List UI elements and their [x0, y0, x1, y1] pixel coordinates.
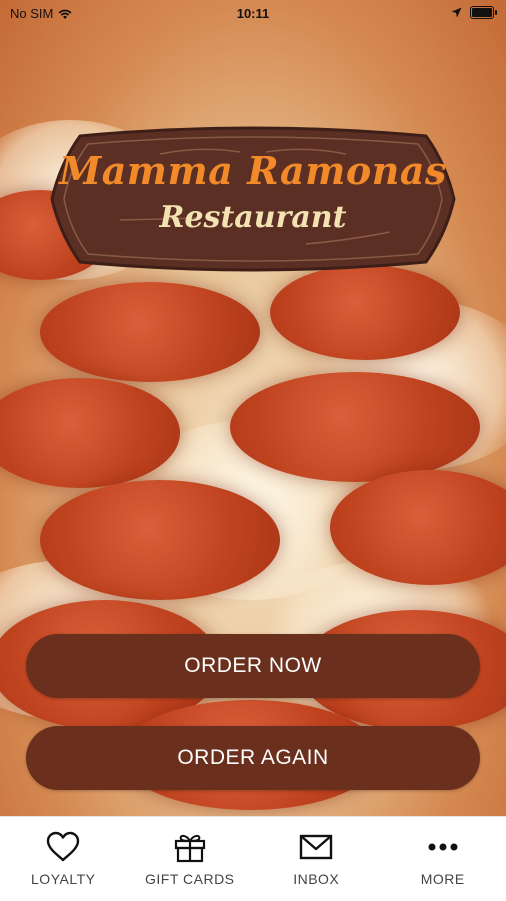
status-time: 10:11 [0, 6, 506, 21]
restaurant-logo: Mamma Ramonas Restaurant [50, 124, 456, 274]
more-dots-icon [425, 831, 461, 863]
tab-more-label: MORE [421, 871, 465, 887]
tab-loyalty[interactable]: LOYALTY [0, 817, 127, 901]
gift-icon [173, 831, 207, 863]
battery-icon [470, 6, 494, 19]
location-arrow-icon [451, 7, 462, 18]
tab-more[interactable]: MORE [380, 817, 506, 901]
logo-title: Mamma Ramonas [50, 148, 456, 193]
tab-gift-cards[interactable]: GIFT CARDS [127, 817, 254, 901]
bottom-tab-bar: LOYALTY GIFT CARDS INBOX MORE [0, 816, 506, 901]
tab-inbox-label: INBOX [293, 871, 339, 887]
logo-subtitle: Restaurant [50, 200, 456, 235]
heart-icon [45, 831, 81, 863]
status-bar: No SIM 10:11 [0, 0, 506, 28]
tab-gift-cards-label: GIFT CARDS [145, 871, 235, 887]
tab-inbox[interactable]: INBOX [253, 817, 380, 901]
tab-loyalty-label: LOYALTY [31, 871, 95, 887]
order-now-button[interactable]: ORDER NOW [26, 634, 480, 698]
order-again-button[interactable]: ORDER AGAIN [26, 726, 480, 790]
envelope-icon [298, 831, 334, 863]
